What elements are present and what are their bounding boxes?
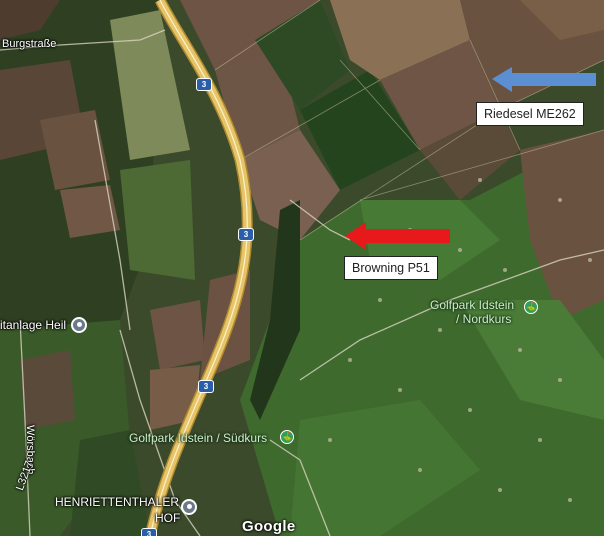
golf-course-icon[interactable]: ⛳ [280,430,294,444]
highway-shield: 3 [196,78,212,91]
callout-browning: Browning P51 [344,256,438,280]
golf-course-icon[interactable]: ⛳ [524,300,538,314]
golf-label-suedkurs: Golfpark Idstein / Südkurs [129,431,268,445]
place-label-henriettenthaler: HENRIETTENTHALER [55,495,180,509]
golf-label-nordkurs-line1: Golfpark Idstein [430,298,515,312]
callout-riedesel: Riedesel ME262 [476,102,584,126]
location-pin-icon[interactable] [181,499,197,515]
highway-shield: 3 [198,380,214,393]
golf-label-nordkurs-line2: / Nordkurs [456,312,512,326]
map-imagery [0,0,604,536]
street-label-burgstrasse: Burgstraße [2,38,57,50]
satellite-map[interactable]: Burgstraße Wörsbach L3217 3 3 3 3 itanla… [0,0,604,536]
place-label-hof: HOF [155,511,181,525]
location-pin-icon[interactable] [71,317,87,333]
highway-shield: 3 [141,528,157,536]
highway-shield: 3 [238,228,254,241]
google-logo: Google [242,518,296,535]
place-label-anlage: itanlage Heil [0,318,67,332]
